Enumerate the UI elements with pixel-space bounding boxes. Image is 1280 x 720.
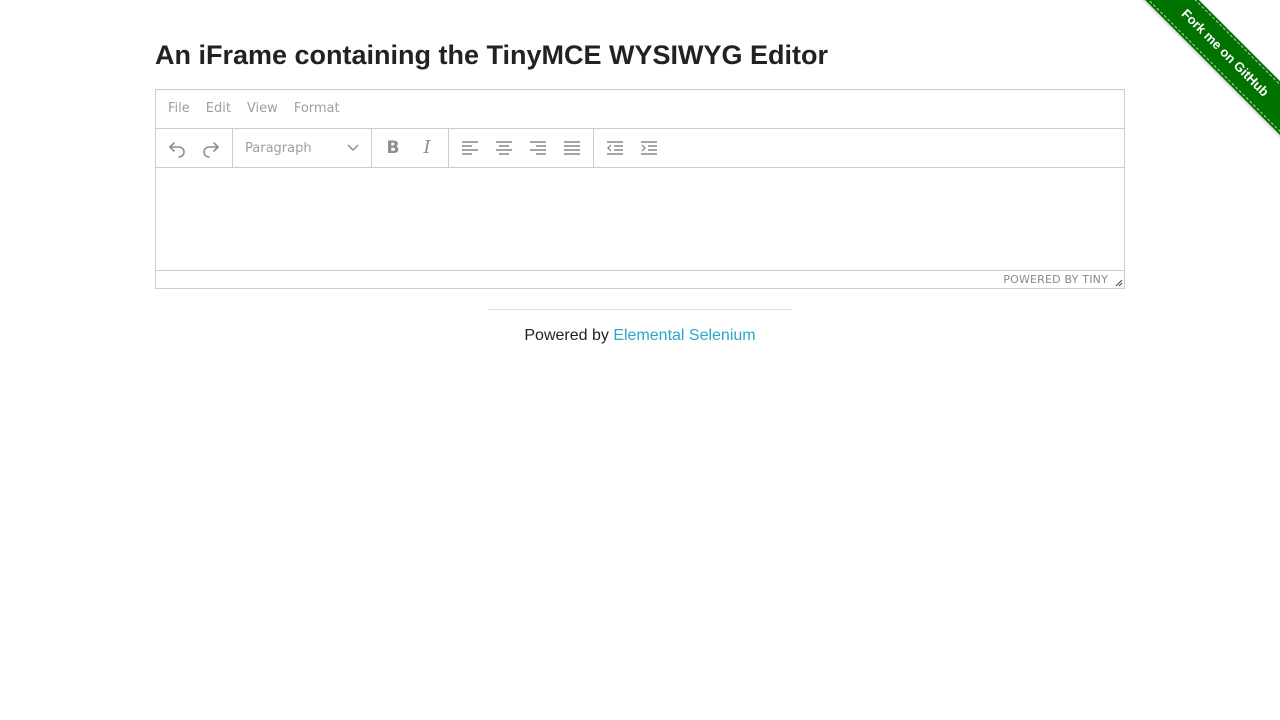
outdent-button[interactable] <box>598 133 632 163</box>
undo-button[interactable] <box>160 133 194 163</box>
italic-button[interactable]: I <box>410 133 444 163</box>
align-right-icon <box>530 141 546 155</box>
page-title: An iFrame containing the TinyMCE WYSIWYG… <box>155 40 829 70</box>
align-right-button[interactable] <box>521 133 555 163</box>
align-left-button[interactable] <box>453 133 487 163</box>
indent-button[interactable] <box>632 133 666 163</box>
github-ribbon: Fork me on GitHub <box>1130 0 1280 150</box>
footer-divider <box>488 309 792 310</box>
resize-handle-icon[interactable] <box>1113 277 1123 287</box>
bold-icon: B <box>386 137 400 158</box>
powered-by-tiny-link[interactable]: POWERED BY TINY <box>1003 273 1108 286</box>
align-left-icon <box>462 141 478 155</box>
text-style-group: B I <box>372 129 449 167</box>
block-format-value: Paragraph <box>245 140 312 156</box>
align-center-button[interactable] <box>487 133 521 163</box>
elemental-selenium-link[interactable]: Elemental Selenium <box>613 327 755 344</box>
bold-button[interactable]: B <box>376 133 410 163</box>
align-justify-icon <box>564 141 580 155</box>
menu-edit[interactable]: Edit <box>198 99 239 119</box>
editor-toolbar: Paragraph B I <box>156 129 1124 168</box>
history-group <box>156 129 233 167</box>
fork-me-on-github-link[interactable]: Fork me on GitHub <box>1138 0 1280 140</box>
indent-icon <box>641 141 657 155</box>
tinymce-editor: File Edit View Format Paragraph B I POWE… <box>155 89 1125 289</box>
chevron-down-icon <box>347 144 359 152</box>
outdent-icon <box>607 141 623 155</box>
block-format-group: Paragraph <box>233 129 372 167</box>
indent-group <box>594 129 670 167</box>
menu-format[interactable]: Format <box>286 99 348 119</box>
block-format-select[interactable]: Paragraph <box>237 133 367 163</box>
editor-statusbar: POWERED BY TINY <box>156 270 1124 288</box>
align-center-icon <box>496 141 512 155</box>
italic-icon: I <box>423 137 431 158</box>
menu-view[interactable]: View <box>239 99 286 119</box>
editor-content-area[interactable] <box>156 168 1124 270</box>
redo-icon <box>203 142 219 158</box>
alignment-group <box>449 129 594 167</box>
menu-file[interactable]: File <box>160 99 198 119</box>
redo-button[interactable] <box>194 133 228 163</box>
undo-icon <box>169 142 185 158</box>
align-justify-button[interactable] <box>555 133 589 163</box>
footer: Powered by Elemental Selenium <box>0 326 1280 346</box>
editor-menubar: File Edit View Format <box>156 90 1124 129</box>
footer-prefix: Powered by <box>524 327 614 344</box>
